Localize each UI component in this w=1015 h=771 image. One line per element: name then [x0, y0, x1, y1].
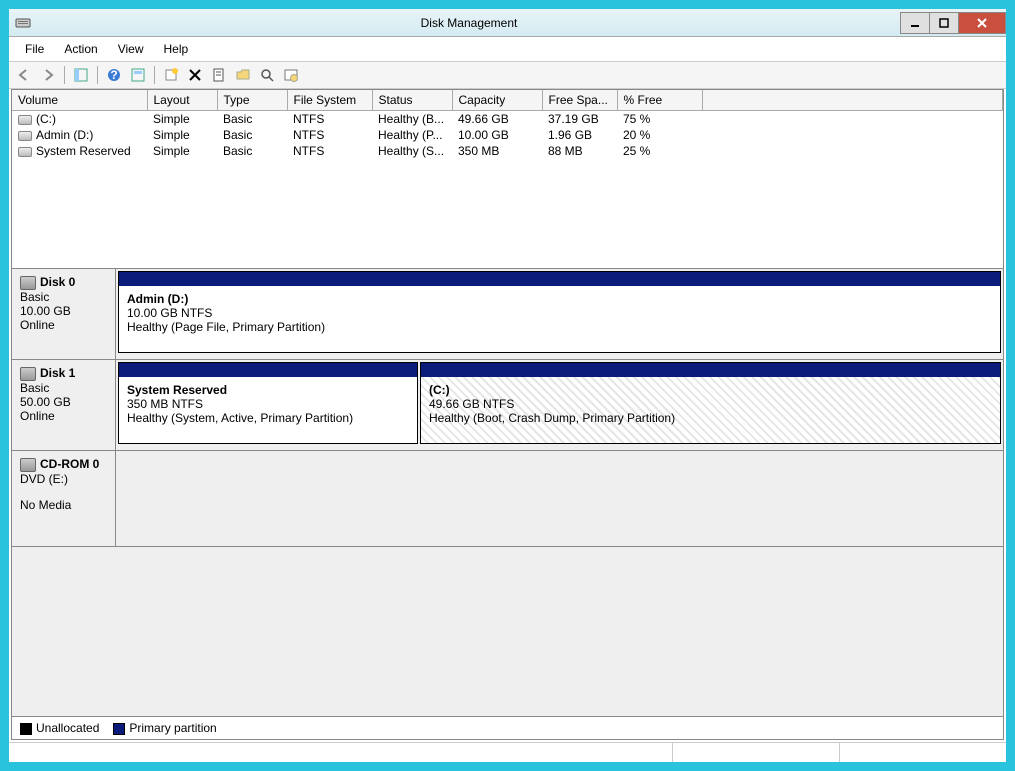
partition-status: Healthy (System, Active, Primary Partiti… — [127, 411, 409, 425]
menu-view[interactable]: View — [108, 39, 154, 59]
drive-icon — [18, 115, 32, 125]
partition-title: Admin (D:) — [127, 292, 992, 306]
disk-row[interactable]: Disk 0Basic10.00 GBOnlineAdmin (D:)10.00… — [12, 269, 1003, 360]
settings-button[interactable] — [280, 64, 302, 86]
volumes-table: Volume Layout Type File System Status Ca… — [12, 90, 1003, 159]
maximize-button[interactable] — [929, 12, 959, 34]
partition-size: 49.66 GB NTFS — [429, 397, 992, 411]
cdrom-title: CD-ROM 0 — [20, 457, 107, 472]
drive-icon — [18, 131, 32, 141]
disk-title: Disk 1 — [20, 366, 107, 381]
col-capacity[interactable]: Capacity — [452, 90, 542, 111]
partition-status: Healthy (Boot, Crash Dump, Primary Parti… — [429, 411, 992, 425]
disk-size: 50.00 GB — [20, 395, 107, 409]
new-button[interactable] — [160, 64, 182, 86]
legend-unallocated: Unallocated — [20, 721, 99, 735]
disk-status: Online — [20, 318, 107, 332]
menu-action[interactable]: Action — [54, 39, 107, 59]
disk-size: 10.00 GB — [20, 304, 107, 318]
partition-header — [421, 363, 1000, 377]
col-layout[interactable]: Layout — [147, 90, 217, 111]
col-fs[interactable]: File System — [287, 90, 372, 111]
col-percent-free[interactable]: % Free — [617, 90, 702, 111]
partition-status: Healthy (Page File, Primary Partition) — [127, 320, 992, 334]
table-row[interactable]: Admin (D:)SimpleBasicNTFSHealthy (P...10… — [12, 127, 1003, 143]
cdrom-status: No Media — [20, 498, 107, 512]
disk-type: Basic — [20, 290, 107, 304]
col-type[interactable]: Type — [217, 90, 287, 111]
disk-status: Online — [20, 409, 107, 423]
refresh-button[interactable] — [127, 64, 149, 86]
partition-title: System Reserved — [127, 383, 409, 397]
cdrom-info: CD-ROM 0 DVD (E:) No Media — [12, 451, 116, 546]
disks-empty-area — [12, 547, 1003, 677]
show-hide-console-tree-button[interactable] — [70, 64, 92, 86]
legend: Unallocated Primary partition — [12, 716, 1003, 739]
partition[interactable]: System Reserved350 MB NTFSHealthy (Syste… — [118, 362, 418, 444]
delete-button[interactable] — [184, 64, 206, 86]
col-status[interactable]: Status — [372, 90, 452, 111]
disk-info: Disk 1Basic50.00 GBOnline — [12, 360, 116, 450]
disk-partitions: Admin (D:)10.00 GB NTFSHealthy (Page Fil… — [116, 269, 1003, 359]
col-free[interactable]: Free Spa... — [542, 90, 617, 111]
disk-info: Disk 0Basic10.00 GBOnline — [12, 269, 116, 359]
partition-header — [119, 272, 1000, 286]
disk-partitions: System Reserved350 MB NTFSHealthy (Syste… — [116, 360, 1003, 450]
partition-header — [119, 363, 417, 377]
volumes-pane[interactable]: Volume Layout Type File System Status Ca… — [12, 90, 1003, 268]
disk-title: Disk 0 — [20, 275, 107, 290]
partition-size: 350 MB NTFS — [127, 397, 409, 411]
partition-size: 10.00 GB NTFS — [127, 306, 992, 320]
window-title: Disk Management — [37, 16, 901, 30]
legend-primary: Primary partition — [113, 721, 216, 735]
statusbar — [9, 742, 1006, 762]
col-spacer — [702, 90, 1003, 111]
open-button[interactable] — [232, 64, 254, 86]
disks-pane[interactable]: Disk 0Basic10.00 GBOnlineAdmin (D:)10.00… — [12, 268, 1003, 716]
forward-button[interactable] — [37, 64, 59, 86]
svg-text:?: ? — [110, 68, 117, 82]
menubar: File Action View Help — [9, 37, 1006, 62]
menu-help[interactable]: Help — [154, 39, 199, 59]
toolbar: ? — [9, 62, 1006, 89]
disk-row[interactable]: Disk 1Basic50.00 GBOnlineSystem Reserved… — [12, 360, 1003, 451]
minimize-button[interactable] — [900, 12, 930, 34]
titlebar[interactable]: Disk Management — [9, 9, 1006, 37]
find-button[interactable] — [256, 64, 278, 86]
table-row[interactable]: System ReservedSimpleBasicNTFSHealthy (S… — [12, 143, 1003, 159]
partition[interactable]: Admin (D:)10.00 GB NTFSHealthy (Page Fil… — [118, 271, 1001, 353]
back-button[interactable] — [13, 64, 35, 86]
partition[interactable]: (C:)49.66 GB NTFSHealthy (Boot, Crash Du… — [420, 362, 1001, 444]
content-area: Volume Layout Type File System Status Ca… — [11, 89, 1004, 740]
menu-file[interactable]: File — [15, 39, 54, 59]
disk-type: Basic — [20, 381, 107, 395]
partition-title: (C:) — [429, 383, 992, 397]
disk-management-window: Disk Management File Action View Help ? — [8, 8, 1007, 763]
cdrom-type: DVD (E:) — [20, 472, 107, 486]
close-button[interactable] — [958, 12, 1006, 34]
cdrom-partitions — [116, 451, 1003, 546]
table-row[interactable]: (C:)SimpleBasicNTFSHealthy (B...49.66 GB… — [12, 111, 1003, 128]
properties-button[interactable] — [208, 64, 230, 86]
drive-icon — [18, 147, 32, 157]
cdrom-row[interactable]: CD-ROM 0 DVD (E:) No Media — [12, 451, 1003, 547]
app-icon — [15, 15, 31, 31]
col-volume[interactable]: Volume — [12, 90, 147, 111]
help-button[interactable]: ? — [103, 64, 125, 86]
